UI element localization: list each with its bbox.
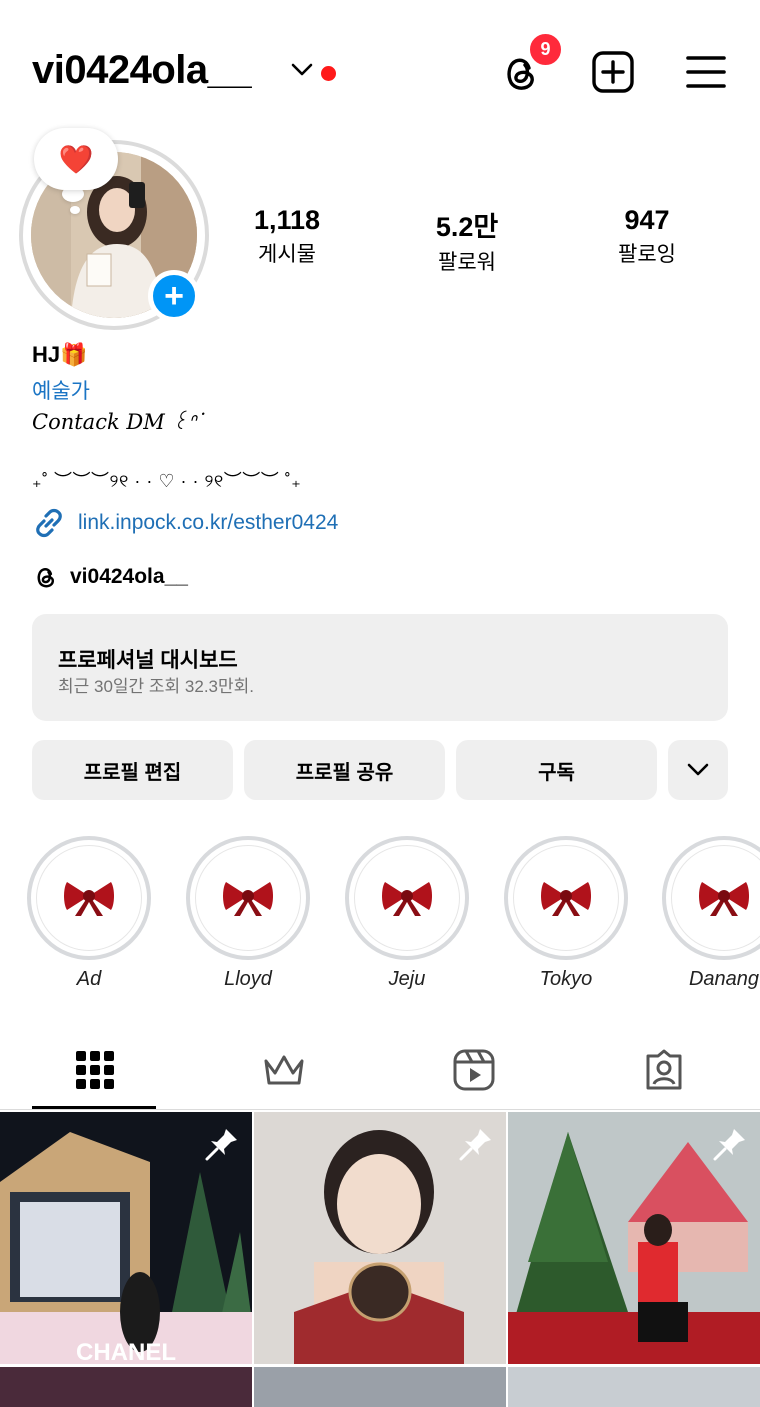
plus-icon: + [164,277,184,315]
threads-icon [37,568,55,588]
reels-icon [453,1049,495,1091]
crown-icon [264,1055,304,1085]
stat-following[interactable]: 947 팔로잉 [582,205,712,268]
plus-square-icon [592,51,634,93]
suggested-accounts-button[interactable] [668,740,728,800]
bio-link[interactable]: link.inpock.co.kr/esther0424 [32,506,338,540]
create-post-button[interactable] [591,50,635,94]
stat-followers[interactable]: 5.2만 팔로워 [402,205,532,276]
subscribe-button[interactable]: 구독 [456,740,657,800]
threads-badge: 9 [528,32,563,67]
ribbon-bow-icon [699,882,749,916]
stat-following-value: 947 [624,205,670,235]
edit-profile-button[interactable]: 프로필 편집 [32,740,233,800]
note-bubble-tail-small [70,206,80,214]
profile-category: 예술가 [32,380,90,403]
highlight-cover [513,845,619,951]
menu-button[interactable] [686,54,726,90]
highlight-lloyd[interactable] [186,836,310,960]
post-overlay-text: CHANEL [76,1339,176,1364]
bio-link-text[interactable]: link.inpock.co.kr/esther0424 [78,511,338,535]
stat-posts[interactable]: 1,118 게시물 [222,205,352,268]
grid-post-2[interactable] [254,1112,506,1364]
hamburger-icon [686,56,726,88]
ribbon-bow-icon [64,882,114,916]
highlight-cover [671,845,760,951]
threads-handle[interactable]: vi0424ola__ [70,565,188,589]
dashboard-title: 프로페셔널 대시보드 [58,649,238,672]
threads-profile-link[interactable]: vi0424ola__ [32,563,188,591]
grid-post-6[interactable] [508,1367,760,1407]
bio-line-2: ₊˚ ︶︶︶୨୧ · · ♡ · · ୨୧︶︶︶ ˚₊ [32,471,302,491]
note-bubble[interactable]: ❤️ [34,128,118,190]
highlight-label: Jeju [388,968,426,990]
pin-icon [205,1129,237,1161]
dashboard-subtitle: 최근 30일간 조회 32.3만회. [58,677,255,696]
tagged-person-icon [646,1049,682,1090]
stat-followers-value: 5.2만 [435,212,499,242]
highlight-ad[interactable] [27,836,151,960]
tab-divider [0,1109,760,1110]
tab-reels[interactable] [444,1045,504,1095]
highlight-tokyo[interactable] [504,836,628,960]
pin-icon [459,1129,491,1161]
grid-post-4[interactable] [0,1367,252,1407]
highlight-jeju[interactable] [345,836,469,960]
grid-icon [76,1051,114,1089]
ribbon-bow-icon [541,882,591,916]
account-switch-chevron-icon[interactable] [290,62,314,83]
grid-post-1[interactable]: CHANEL [0,1112,252,1364]
highlight-label: Tokyo [539,968,593,990]
stat-following-label: 팔로잉 [618,243,676,266]
highlight-label: Lloyd [224,968,272,990]
pin-icon [713,1129,745,1161]
add-story-button[interactable]: + [148,270,200,322]
stat-posts-value: 1,118 [253,205,321,235]
ribbon-bow-icon [382,882,432,916]
stat-followers-label: 팔로워 [438,251,496,274]
grid-post-3[interactable] [508,1112,760,1364]
stat-posts-label: 게시물 [258,243,316,266]
chevron-down-icon [687,763,709,776]
ribbon-bow-icon [223,882,273,916]
tab-tagged[interactable] [634,1045,694,1095]
highlight-label: Danang [688,968,760,990]
grid-post-5[interactable] [254,1367,506,1407]
highlight-danang[interactable] [662,836,760,960]
profile-name: HJ🎁 [32,342,88,367]
heart-emoji: ❤️ [58,143,94,175]
share-profile-button[interactable]: 프로필 공유 [244,740,445,800]
bio-line-1: Contack DM ꒰ᐢ˙ [32,410,207,434]
notification-dot [321,66,336,81]
highlight-cover [354,845,460,951]
profile-username[interactable]: vi0424ola__ [32,48,252,93]
highlight-cover [195,845,301,951]
tab-posts[interactable] [65,1045,125,1095]
highlight-label: Ad [76,968,102,990]
highlight-cover [36,845,142,951]
link-icon [36,508,62,538]
tab-subscriptions[interactable] [254,1045,314,1095]
